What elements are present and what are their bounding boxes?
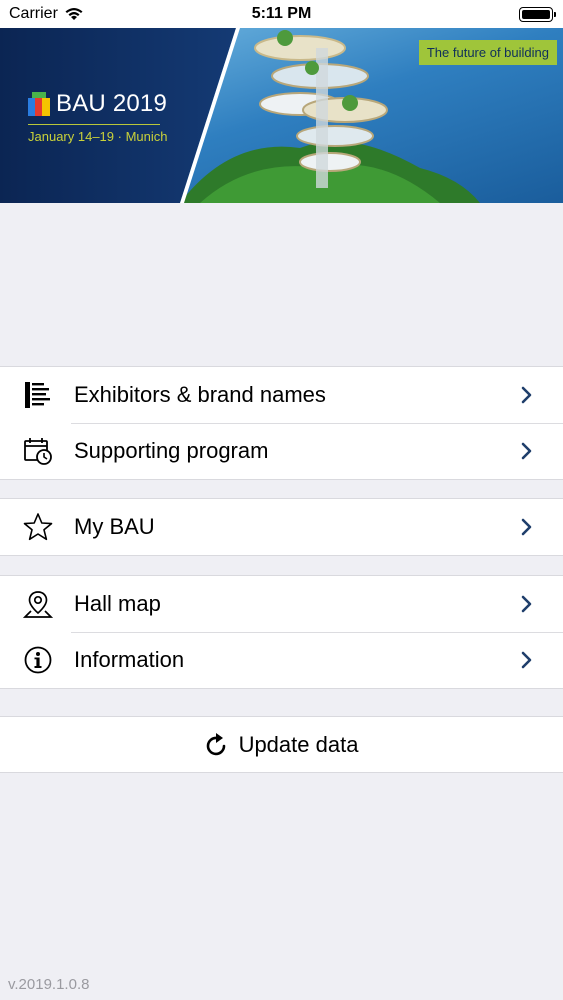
update-data-button[interactable]: Update data — [0, 716, 563, 773]
banner-divider — [28, 124, 160, 125]
menu-item-exhibitors[interactable]: Exhibitors & brand names — [0, 367, 563, 423]
chevron-right-icon — [521, 386, 532, 404]
map-pin-icon — [23, 589, 53, 619]
menu-item-my-bau[interactable]: My BAU — [0, 499, 563, 555]
menu-item-label: Supporting program — [74, 438, 269, 463]
update-data-label: Update data — [238, 731, 359, 757]
event-banner: BAU 2019 January 14–19 · Munich The futu… — [0, 28, 563, 203]
menu-item-label: Hall map — [74, 591, 161, 616]
chevron-right-icon — [521, 518, 532, 536]
tagline-badge: The future of building — [418, 40, 557, 65]
menu-item-hall-map[interactable]: Hall map — [0, 576, 563, 632]
banner-title: BAU 2019 — [56, 90, 168, 117]
menu-group-personal: My BAU — [0, 498, 563, 556]
menu-group-info: Hall map Information — [0, 575, 563, 689]
chevron-right-icon — [521, 595, 532, 613]
status-left: Carrier — [9, 5, 84, 23]
banner-text: BAU 2019 January 14–19 · Munich — [28, 90, 167, 144]
status-bar: Carrier 5:11 PM — [0, 0, 563, 28]
menu-item-label: Information — [74, 647, 185, 672]
list-icon — [23, 380, 53, 410]
menu-item-label: Exhibitors & brand names — [74, 382, 326, 407]
chevron-right-icon — [521, 651, 532, 669]
banner-subtitle: January 14–19 · Munich — [28, 129, 168, 144]
refresh-icon — [206, 732, 225, 755]
app-version: v.2019.1.0.8 — [8, 976, 90, 993]
wifi-icon — [65, 8, 83, 20]
carrier-label: Carrier — [9, 5, 58, 22]
info-icon — [23, 645, 53, 675]
menu-item-label: My BAU — [74, 514, 155, 539]
battery-icon — [519, 6, 556, 22]
calendar-clock-icon — [23, 436, 53, 466]
chevron-right-icon — [521, 442, 532, 460]
battery-level — [522, 9, 550, 19]
menu-item-supporting-program[interactable]: Supporting program — [0, 423, 563, 479]
menu-group-browse: Exhibitors & brand names Supporting prog… — [0, 366, 563, 480]
menu-item-information[interactable]: Information — [0, 632, 563, 688]
bau-logo-icon — [28, 92, 50, 116]
status-time: 5:11 PM — [251, 5, 312, 22]
star-icon — [23, 512, 53, 542]
banner-title-row: BAU 2019 — [28, 90, 167, 118]
